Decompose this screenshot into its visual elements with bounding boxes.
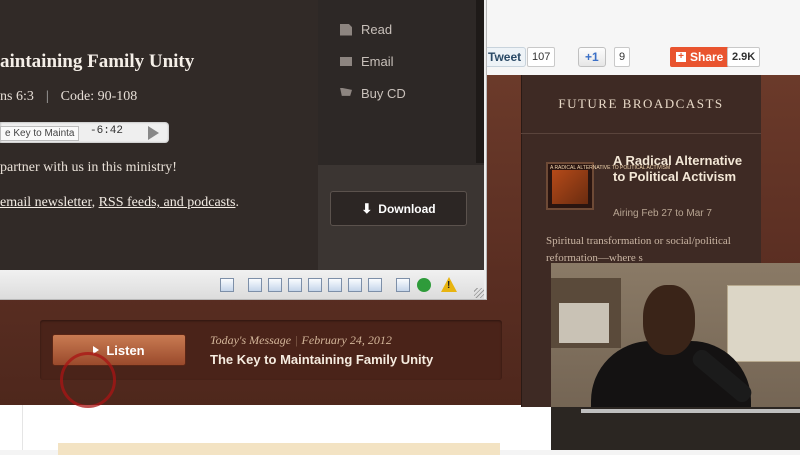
future-broadcasts-title: FUTURE BROADCASTS — [558, 96, 724, 111]
mail-icon[interactable] — [348, 278, 362, 292]
separator: | — [45, 89, 49, 104]
play-icon[interactable] — [148, 126, 159, 140]
warning-mark: ! — [447, 280, 451, 291]
plus-icon: + — [676, 52, 686, 62]
broadcast-thumbnail[interactable]: A RADICAL ALTERNATIVE TO POLITICAL ACTIV… — [546, 162, 670, 210]
share-button[interactable]: + Share — [670, 47, 730, 67]
email-newsletter-link[interactable]: email newsletter — [0, 195, 92, 210]
document-icon — [340, 23, 352, 36]
buy-cd-menu-item[interactable]: Buy CD — [340, 86, 406, 101]
message-code: Code: 90-108 — [60, 89, 138, 104]
subscription-links: email newsletter, RSS feeds, and podcast… — [0, 195, 239, 211]
broadcast-description: Spiritual transformation or social/polit… — [546, 235, 731, 264]
webcam-person-head — [643, 285, 695, 355]
pen-icon[interactable] — [248, 278, 262, 292]
todays-message-title[interactable]: The Key to Maintaining Family Unity — [210, 352, 433, 367]
tools-icon[interactable] — [396, 278, 410, 292]
cream-band — [58, 443, 500, 455]
tweet-count-wrap: 107 — [527, 47, 556, 67]
plusone-count: 9 — [614, 47, 631, 67]
browser-status-bar — [0, 270, 484, 299]
mail-icon — [340, 57, 352, 66]
webcam-overlay — [551, 263, 800, 450]
read-label: Read — [361, 22, 393, 37]
scripture-ref: ns 6:3 — [0, 89, 34, 104]
page-icon[interactable] — [220, 278, 234, 292]
track-name: e Key to Mainta — [0, 126, 80, 141]
annotation-circle — [60, 352, 116, 408]
email-label: Email — [361, 54, 394, 69]
email-menu-item[interactable]: Email — [340, 54, 394, 69]
save-icon[interactable] — [288, 278, 302, 292]
buy-cd-label: Buy CD — [361, 86, 406, 101]
player-left-panel: aintaining Family Unity ns 6:3 | Code: 90-… — [0, 0, 318, 270]
tweet-button[interactable]: Tweet — [486, 47, 527, 67]
google-plus-one-button[interactable]: +1 — [578, 47, 606, 67]
warning-icon[interactable]: ! — [441, 277, 457, 292]
share-label: Share — [690, 50, 724, 64]
share-count: 2.9K — [727, 47, 761, 67]
webcam-window — [559, 303, 609, 343]
cart-icon — [340, 87, 352, 96]
sidebar-edge — [521, 75, 522, 407]
player-content: aintaining Family Unity ns 6:3 | Code: 90-… — [0, 0, 484, 270]
rss-feeds-link[interactable]: RSS feeds, and podcasts — [99, 195, 236, 210]
airing-dates: Airing Feb 27 to Mar 7 — [613, 208, 712, 219]
popup-player-window: aintaining Family Unity ns 6:3 | Code: 90-… — [0, 0, 487, 300]
share-count-wrap: 2.9K — [727, 47, 761, 67]
thumbnail-art — [552, 170, 588, 204]
listen-label: Listen — [106, 343, 145, 358]
download-button[interactable]: ⬇ Download — [330, 191, 467, 226]
read-menu-item[interactable]: Read — [340, 22, 392, 37]
print-icon[interactable] — [308, 278, 322, 292]
audio-player[interactable]: e Key to Mainta -6:42 — [0, 122, 169, 143]
message-title: aintaining Family Unity — [0, 51, 195, 72]
scrollbar[interactable] — [476, 0, 484, 163]
network-icon[interactable] — [268, 278, 282, 292]
mic-arm — [581, 409, 800, 413]
time-remaining: -6:42 — [90, 125, 124, 137]
broadcast-headline-link[interactable]: A Radical Alternative to Political Activ… — [613, 153, 743, 185]
todays-message-label: Today's Message — [210, 333, 292, 347]
chart-icon[interactable] — [368, 278, 382, 292]
tweet-count: 107 — [527, 47, 556, 67]
todays-message-meta: Today's Message | February 24, 2012 — [210, 333, 392, 348]
webcam-desk — [551, 407, 800, 450]
webcam-wall-map — [727, 285, 800, 362]
download-arrow-icon: ⬇ — [361, 201, 373, 216]
divider — [521, 133, 761, 134]
partner-text: partner with us in this ministry! — [0, 160, 177, 175]
separator: | — [295, 333, 298, 347]
message-reference: ns 6:3 | Code: 90-108 — [0, 89, 137, 105]
todays-message-date: February 24, 2012 — [301, 333, 392, 347]
plusone-count-wrap: 9 — [614, 47, 631, 67]
refresh-icon[interactable] — [328, 278, 342, 292]
comma: , — [91, 195, 96, 210]
download-label: Download — [378, 202, 436, 216]
resize-grip-icon[interactable] — [474, 288, 484, 298]
period: . — [235, 195, 239, 210]
status-ok-icon[interactable] — [417, 278, 431, 292]
